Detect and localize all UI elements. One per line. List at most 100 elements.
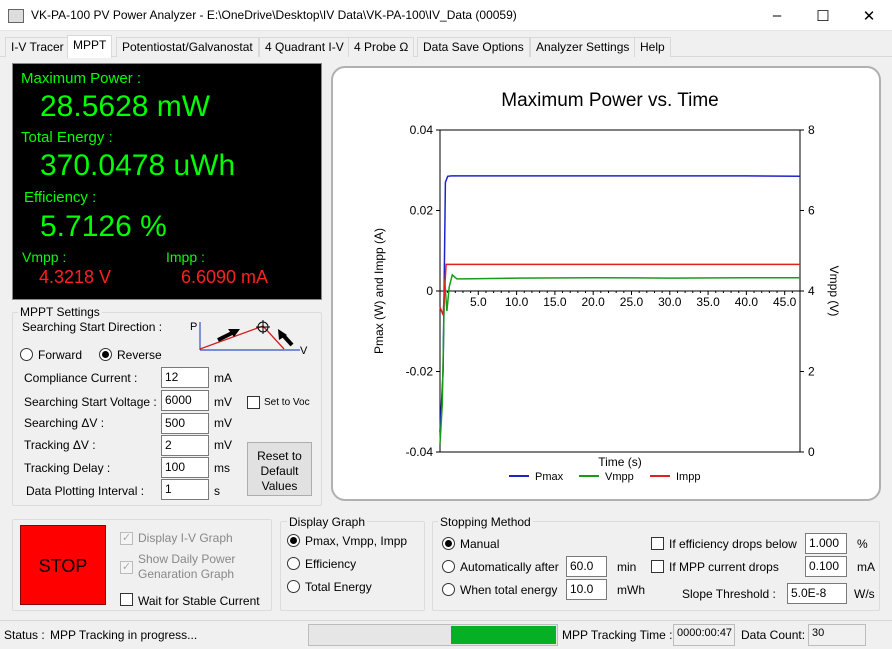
stop-button[interactable]: STOP: [20, 525, 106, 605]
wait-stable-checkbox[interactable]: [120, 593, 133, 606]
graph-efficiency-label: Efficiency: [305, 557, 357, 571]
tracking-dv-input[interactable]: 2: [161, 435, 209, 456]
stop-auto-label: Automatically after: [460, 560, 559, 574]
stop-mpp-unit: mA: [857, 560, 875, 574]
show-daily-checkbox[interactable]: ✓: [120, 561, 133, 574]
forward-radio[interactable]: [20, 348, 33, 361]
stop-eff-checkbox[interactable]: [651, 537, 664, 550]
data-count-label: Data Count:: [741, 628, 806, 642]
tracking-delay-unit: ms: [214, 461, 230, 475]
stop-auto-input[interactable]: 60.0: [566, 556, 607, 577]
searching-dv-unit: mV: [214, 416, 232, 430]
max-power-value: 28.5628 mW: [40, 90, 211, 123]
x-tick-label: 35.0: [696, 295, 720, 309]
stop-manual-label: Manual: [460, 537, 500, 551]
display-iv-checkbox[interactable]: ✓: [120, 532, 133, 545]
tab-mppt[interactable]: MPPT: [67, 35, 113, 58]
reverse-radio[interactable]: [99, 348, 112, 361]
compliance-unit: mA: [214, 371, 232, 385]
tab-4-probe[interactable]: 4 Probe Ω: [348, 37, 415, 57]
tab-analyzer-settings[interactable]: Analyzer Settings: [530, 37, 636, 57]
tracking-time-value: 0000:00:47: [673, 624, 735, 646]
y2-tick-label: 6: [808, 204, 815, 218]
efficiency-label: Efficiency :: [24, 189, 97, 206]
max-power-chart: Maximum Power vs. Time -0.04 -0.02 0 0.02 0.0…: [372, 90, 841, 483]
stop-eff-label: If efficiency drops below: [669, 537, 797, 551]
tracking-time-label: MPP Tracking Time :: [562, 628, 673, 642]
plot-interval-unit: s: [214, 484, 220, 498]
stop-manual-radio[interactable]: [442, 537, 455, 550]
x-tick-label: 15.0: [543, 295, 567, 309]
plot-interval-input[interactable]: 1: [161, 479, 209, 500]
x-tick-label: 45.0: [773, 295, 797, 309]
x-tick-label: 30.0: [658, 295, 682, 309]
start-voltage-unit: mV: [214, 395, 232, 409]
tracking-dv-label: Tracking ΔV :: [24, 438, 96, 452]
forward-label: Forward: [38, 348, 83, 362]
status-label: Status :: [4, 628, 45, 642]
close-button[interactable]: ✕: [846, 0, 892, 31]
y-tick-label: -0.04: [406, 445, 434, 459]
tracking-delay-label: Tracking Delay :: [24, 461, 111, 475]
diagram-v-label: V: [300, 345, 308, 357]
legend-label-impp: Impp: [676, 471, 700, 483]
stop-energy-radio[interactable]: [442, 583, 455, 596]
vmpp-label: Vmpp :: [22, 249, 67, 265]
x-tick-label: 40.0: [735, 295, 759, 309]
mppt-settings-title: MPPT Settings: [18, 305, 102, 319]
x-tick-label: 25.0: [620, 295, 644, 309]
tab-data-save[interactable]: Data Save Options: [417, 37, 530, 57]
stop-mpp-input[interactable]: 0.100: [805, 556, 847, 577]
x-tick-label: 10.0: [505, 295, 529, 309]
plot-interval-label: Data Plotting Interval :: [26, 484, 145, 498]
tab-iv-tracer[interactable]: I-V Tracer: [5, 37, 70, 57]
tab-potentiostat[interactable]: Potentiostat/Galvanostat: [116, 37, 259, 57]
graph-efficiency-radio[interactable]: [287, 557, 300, 570]
max-power-label: Maximum Power :: [21, 70, 142, 87]
meter-panel: Maximum Power : 28.5628 mW Total Energy …: [12, 63, 322, 300]
tracking-delay-input[interactable]: 100: [161, 457, 209, 478]
progress-bar: [308, 624, 558, 646]
direction-label: Searching Start Direction :: [22, 320, 163, 334]
y-tick-label: 0.02: [410, 204, 434, 218]
y2-tick-label: 2: [808, 365, 815, 379]
tracking-dv-unit: mV: [214, 438, 232, 452]
graph-pmax-label: Pmax, Vmpp, Impp: [305, 534, 408, 548]
minimize-button[interactable]: –: [754, 0, 800, 31]
searching-dv-input[interactable]: 500: [161, 413, 209, 434]
efficiency-value: 5.7126 %: [40, 210, 167, 243]
start-voltage-label: Searching Start Voltage :: [24, 395, 157, 409]
tab-help[interactable]: Help: [634, 37, 671, 57]
vmpp-value: 4.3218 V: [39, 267, 112, 287]
slope-label: Slope Threshold :: [682, 587, 776, 601]
total-energy-label: Total Energy :: [21, 129, 113, 146]
x-tick-label: 20.0: [582, 295, 606, 309]
stop-auto-radio[interactable]: [442, 560, 455, 573]
direction-diagram: P V: [190, 320, 308, 357]
stop-eff-input[interactable]: 1.000: [805, 533, 847, 554]
progress-fill: [451, 626, 556, 644]
stop-mpp-checkbox[interactable]: [651, 560, 664, 573]
reset-defaults-button[interactable]: Reset to Default Values: [247, 442, 312, 496]
set-to-voc-checkbox[interactable]: [247, 396, 260, 409]
impp-label: Impp :: [166, 249, 205, 265]
display-iv-label: Display I-V Graph: [138, 531, 233, 545]
y-tick-label: 0: [426, 284, 433, 298]
start-voltage-input[interactable]: 6000: [161, 390, 209, 411]
display-graph-title: Display Graph: [287, 515, 368, 529]
graph-energy-radio[interactable]: [287, 580, 300, 593]
maximize-button[interactable]: ☐: [800, 0, 846, 31]
graph-pmax-radio[interactable]: [287, 534, 300, 547]
slope-input[interactable]: 5.0E-8: [787, 583, 847, 604]
compliance-input[interactable]: 12: [161, 367, 209, 388]
y-tick-label: -0.02: [406, 365, 434, 379]
y2-tick-label: 4: [808, 284, 815, 298]
stop-energy-label: When total energy: [460, 583, 558, 597]
tab-4-quadrant[interactable]: 4 Quadrant I-V: [259, 37, 350, 57]
stop-energy-input[interactable]: 10.0: [566, 579, 607, 600]
stop-energy-unit: mWh: [617, 583, 645, 597]
reverse-label: Reverse: [117, 348, 162, 362]
show-daily-label: Show Daily Power Genaration Graph: [138, 552, 236, 581]
data-count-value: 30: [808, 624, 866, 646]
x-axis-label: Time (s): [598, 455, 642, 469]
